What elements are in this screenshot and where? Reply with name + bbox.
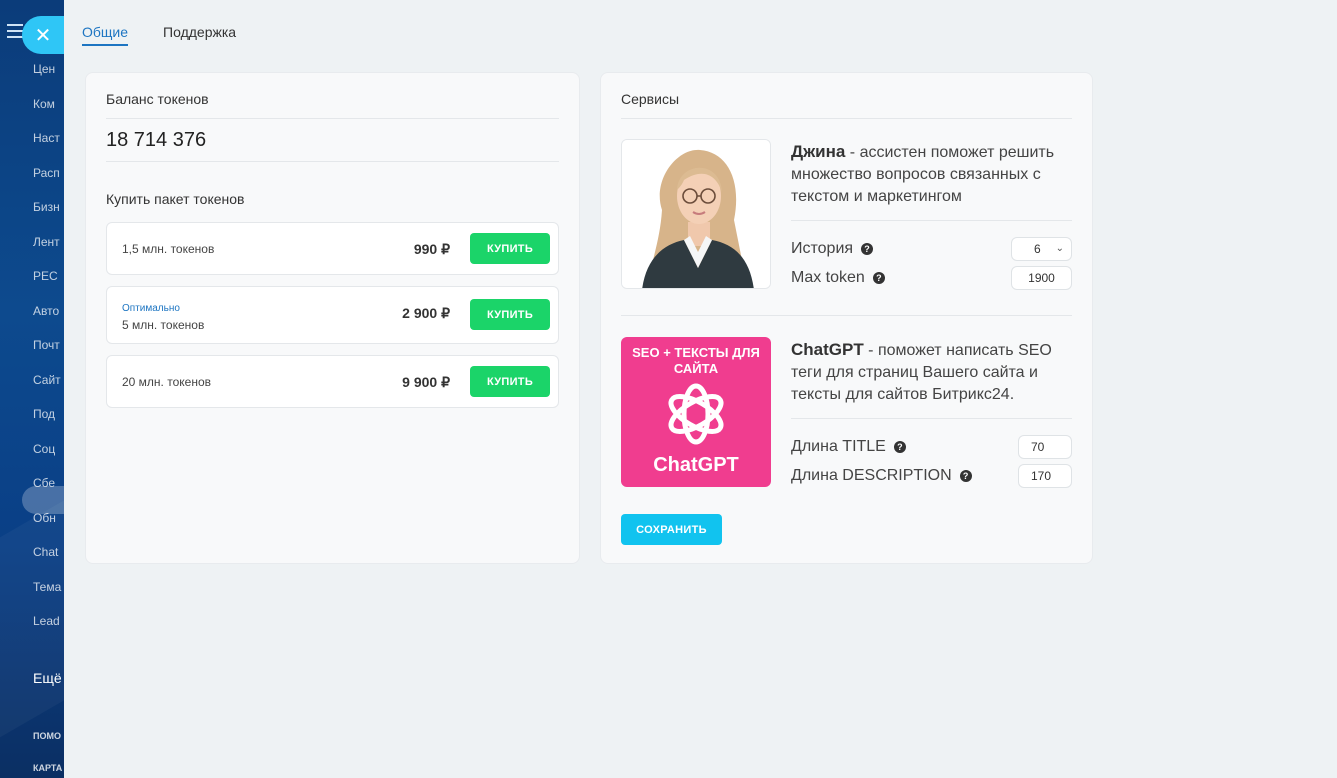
sidebar-item[interactable]: Цен — [33, 62, 55, 76]
sidebar-item[interactable]: Сбе — [33, 476, 55, 490]
menu-icon[interactable] — [7, 24, 23, 38]
chatgpt-image-caption: SEO + ТЕКСТЫ ДЛЯ САЙТА — [632, 345, 760, 376]
buy-button[interactable]: КУПИТЬ — [470, 299, 550, 330]
param-history: История? 6 ⌄ — [791, 237, 1072, 261]
sidebar-item[interactable]: РЕС — [33, 269, 58, 283]
help-icon[interactable]: ? — [893, 441, 906, 453]
select-value: 6 — [1034, 242, 1041, 256]
sidebar-item[interactable]: Расп — [33, 166, 60, 180]
buy-button[interactable]: КУПИТЬ — [470, 233, 550, 264]
help-icon[interactable]: ? — [959, 470, 972, 482]
help-icon[interactable]: ? — [861, 243, 874, 255]
pack-tag: Оптимально — [122, 303, 180, 314]
param-label: Длина DESCRIPTION — [791, 467, 952, 484]
pack-label: 20 млн. токенов — [122, 375, 211, 389]
tab-general[interactable]: Общие — [82, 24, 129, 46]
sidebar-item[interactable]: Ком — [33, 97, 55, 111]
save-button[interactable]: СОХРАНИТЬ — [621, 514, 722, 545]
openai-logo-icon — [668, 383, 724, 445]
chatgpt-image-title: ChatGPT — [653, 454, 739, 476]
param-description-length: Длина DESCRIPTION? 170 — [791, 464, 1072, 488]
tabs: Общие Поддержка — [82, 24, 236, 46]
param-label: Max token — [791, 269, 865, 286]
sidebar-map[interactable]: КАРТА — [33, 763, 62, 773]
token-pack: Оптимально 5 млн. токенов 2 900 ₽ КУПИТЬ — [106, 286, 559, 344]
sidebar-item[interactable]: Соц — [33, 442, 55, 456]
param-label: Длина TITLE — [791, 438, 886, 455]
left-navigation-sidebar: Цен Ком Наст Расп Бизн Лент РЕС Авто Почт Сайт Под… — [0, 0, 66, 778]
pack-price: 990 ₽ — [413, 241, 450, 257]
sidebar-item[interactable]: Обн — [33, 511, 56, 525]
close-icon: ✕ — [34, 24, 52, 47]
service-gina: Джина - ассистен поможет решить множеств… — [621, 139, 1072, 316]
chevron-down-icon: ⌄ — [1055, 243, 1064, 254]
gina-avatar — [621, 139, 771, 289]
pack-label: 1,5 млн. токенов — [122, 242, 215, 256]
max-token-input[interactable]: 1900 — [1011, 266, 1072, 290]
sidebar-item[interactable]: Тема — [33, 580, 61, 594]
title-length-input[interactable]: 70 — [1018, 435, 1072, 459]
tab-support[interactable]: Поддержка — [163, 24, 236, 46]
sidebar-item[interactable]: Сайт — [33, 373, 61, 387]
settings-slider: Общие Поддержка Баланс токенов 18 714 37… — [64, 0, 1337, 778]
sidebar-more[interactable]: Ещё — [33, 670, 62, 686]
history-select[interactable]: 6 ⌄ — [1011, 237, 1072, 261]
service-chatgpt: SEO + ТЕКСТЫ ДЛЯ САЙТА ChatGPT ChatGPT -… — [621, 337, 1072, 488]
param-label: История — [791, 240, 854, 257]
pack-price: 2 900 ₽ — [402, 305, 450, 321]
balance-value: 18 714 376 — [106, 119, 559, 162]
divider — [791, 418, 1072, 419]
gina-description: Джина - ассистен поможет решить множеств… — [791, 141, 1081, 208]
sidebar-item[interactable]: Лент — [33, 235, 60, 249]
description-length-input[interactable]: 170 — [1018, 464, 1072, 488]
gina-name: Джина — [791, 142, 846, 161]
buy-title: Купить пакет токенов — [106, 191, 245, 207]
divider — [791, 220, 1072, 221]
sidebar-item[interactable]: Наст — [33, 131, 60, 145]
chatgpt-image: SEO + ТЕКСТЫ ДЛЯ САЙТА ChatGPT — [621, 337, 771, 487]
param-max-token: Max token? 1900 — [791, 266, 1072, 290]
sidebar-item[interactable]: Бизн — [33, 200, 60, 214]
balance-title: Баланс токенов — [106, 73, 559, 119]
chatgpt-name: ChatGPT — [791, 340, 864, 359]
pack-label: 5 млн. токенов — [122, 318, 205, 332]
services-title: Сервисы — [621, 73, 1072, 119]
sidebar-item[interactable]: Chat — [33, 545, 58, 559]
help-icon[interactable]: ? — [872, 272, 885, 284]
token-pack: 20 млн. токенов 9 900 ₽ КУПИТЬ — [106, 355, 559, 408]
tokens-card: Баланс токенов 18 714 376 Купить пакет т… — [85, 72, 580, 564]
sidebar-help[interactable]: ПОМО — [33, 731, 61, 741]
sidebar-item[interactable]: Почт — [33, 338, 60, 352]
pack-price: 9 900 ₽ — [402, 374, 450, 390]
sidebar-item[interactable]: Авто — [33, 304, 59, 318]
chatgpt-description: ChatGPT - поможет написать SEO теги для … — [791, 339, 1081, 406]
param-title-length: Длина TITLE? 70 — [791, 435, 1072, 459]
sidebar-item[interactable]: Под — [33, 407, 55, 421]
close-slider-button[interactable]: ✕ — [22, 16, 64, 54]
token-pack: 1,5 млн. токенов 990 ₽ КУПИТЬ — [106, 222, 559, 275]
sidebar-item[interactable]: Lead — [33, 614, 60, 628]
buy-button[interactable]: КУПИТЬ — [470, 366, 550, 397]
services-card: Сервисы Джина - ассистен поможет решить … — [600, 72, 1093, 564]
